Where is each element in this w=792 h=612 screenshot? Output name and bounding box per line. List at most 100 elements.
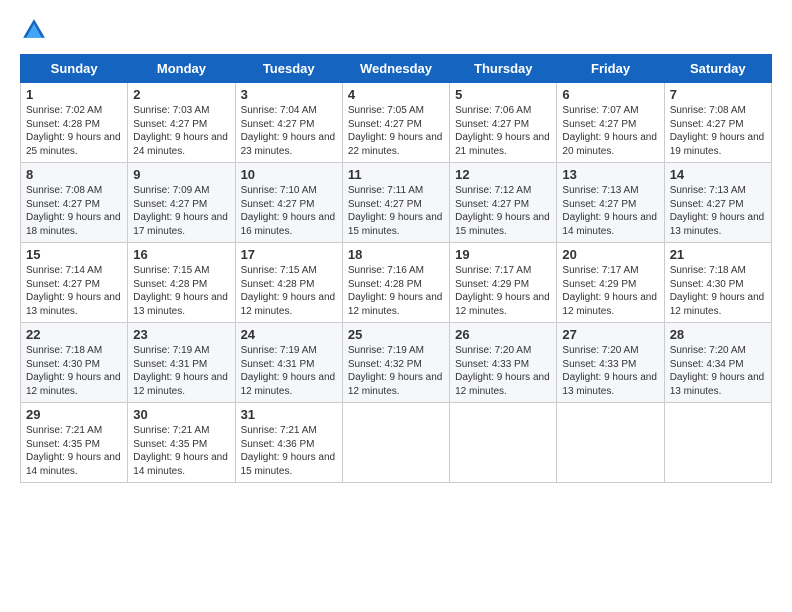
calendar-cell: 23 Sunrise: 7:19 AMSunset: 4:31 PMDaylig… xyxy=(128,323,235,403)
logo xyxy=(20,16,52,44)
calendar-week-2: 8 Sunrise: 7:08 AMSunset: 4:27 PMDayligh… xyxy=(21,163,772,243)
calendar-table: SundayMondayTuesdayWednesdayThursdayFrid… xyxy=(20,54,772,483)
cell-info: Sunrise: 7:16 AMSunset: 4:28 PMDaylight:… xyxy=(348,265,443,317)
cell-info: Sunrise: 7:20 AMSunset: 4:33 PMDaylight:… xyxy=(562,345,657,397)
calendar-cell: 17 Sunrise: 7:15 AMSunset: 4:28 PMDaylig… xyxy=(235,243,342,323)
calendar-cell xyxy=(342,403,449,483)
day-number: 23 xyxy=(133,327,229,342)
calendar-cell: 13 Sunrise: 7:13 AMSunset: 4:27 PMDaylig… xyxy=(557,163,664,243)
calendar-cell xyxy=(664,403,771,483)
cell-info: Sunrise: 7:11 AMSunset: 4:27 PMDaylight:… xyxy=(348,185,443,237)
cell-info: Sunrise: 7:10 AMSunset: 4:27 PMDaylight:… xyxy=(241,185,336,237)
cell-info: Sunrise: 7:12 AMSunset: 4:27 PMDaylight:… xyxy=(455,185,550,237)
calendar-week-3: 15 Sunrise: 7:14 AMSunset: 4:27 PMDaylig… xyxy=(21,243,772,323)
cell-info: Sunrise: 7:14 AMSunset: 4:27 PMDaylight:… xyxy=(26,265,121,317)
day-number: 2 xyxy=(133,87,229,102)
calendar-week-5: 29 Sunrise: 7:21 AMSunset: 4:35 PMDaylig… xyxy=(21,403,772,483)
calendar-cell: 2 Sunrise: 7:03 AMSunset: 4:27 PMDayligh… xyxy=(128,83,235,163)
col-header-wednesday: Wednesday xyxy=(342,55,449,83)
cell-info: Sunrise: 7:18 AMSunset: 4:30 PMDaylight:… xyxy=(670,265,765,317)
calendar-cell xyxy=(557,403,664,483)
calendar-week-4: 22 Sunrise: 7:18 AMSunset: 4:30 PMDaylig… xyxy=(21,323,772,403)
calendar-cell: 16 Sunrise: 7:15 AMSunset: 4:28 PMDaylig… xyxy=(128,243,235,323)
day-number: 26 xyxy=(455,327,551,342)
day-number: 19 xyxy=(455,247,551,262)
calendar-cell: 29 Sunrise: 7:21 AMSunset: 4:35 PMDaylig… xyxy=(21,403,128,483)
col-header-sunday: Sunday xyxy=(21,55,128,83)
calendar-cell: 20 Sunrise: 7:17 AMSunset: 4:29 PMDaylig… xyxy=(557,243,664,323)
day-number: 28 xyxy=(670,327,766,342)
day-number: 25 xyxy=(348,327,444,342)
cell-info: Sunrise: 7:06 AMSunset: 4:27 PMDaylight:… xyxy=(455,105,550,157)
cell-info: Sunrise: 7:21 AMSunset: 4:35 PMDaylight:… xyxy=(133,425,228,477)
calendar-cell: 24 Sunrise: 7:19 AMSunset: 4:31 PMDaylig… xyxy=(235,323,342,403)
cell-info: Sunrise: 7:20 AMSunset: 4:34 PMDaylight:… xyxy=(670,345,765,397)
day-number: 17 xyxy=(241,247,337,262)
col-header-monday: Monday xyxy=(128,55,235,83)
cell-info: Sunrise: 7:09 AMSunset: 4:27 PMDaylight:… xyxy=(133,185,228,237)
day-number: 22 xyxy=(26,327,122,342)
calendar-cell xyxy=(450,403,557,483)
calendar-cell: 7 Sunrise: 7:08 AMSunset: 4:27 PMDayligh… xyxy=(664,83,771,163)
day-number: 18 xyxy=(348,247,444,262)
day-number: 10 xyxy=(241,167,337,182)
cell-info: Sunrise: 7:15 AMSunset: 4:28 PMDaylight:… xyxy=(241,265,336,317)
cell-info: Sunrise: 7:18 AMSunset: 4:30 PMDaylight:… xyxy=(26,345,121,397)
col-header-tuesday: Tuesday xyxy=(235,55,342,83)
cell-info: Sunrise: 7:08 AMSunset: 4:27 PMDaylight:… xyxy=(670,105,765,157)
cell-info: Sunrise: 7:17 AMSunset: 4:29 PMDaylight:… xyxy=(562,265,657,317)
day-number: 27 xyxy=(562,327,658,342)
calendar-header-row: SundayMondayTuesdayWednesdayThursdayFrid… xyxy=(21,55,772,83)
day-number: 9 xyxy=(133,167,229,182)
calendar-cell: 10 Sunrise: 7:10 AMSunset: 4:27 PMDaylig… xyxy=(235,163,342,243)
cell-info: Sunrise: 7:02 AMSunset: 4:28 PMDaylight:… xyxy=(26,105,121,157)
day-number: 12 xyxy=(455,167,551,182)
cell-info: Sunrise: 7:19 AMSunset: 4:32 PMDaylight:… xyxy=(348,345,443,397)
calendar-cell: 21 Sunrise: 7:18 AMSunset: 4:30 PMDaylig… xyxy=(664,243,771,323)
col-header-thursday: Thursday xyxy=(450,55,557,83)
cell-info: Sunrise: 7:19 AMSunset: 4:31 PMDaylight:… xyxy=(133,345,228,397)
calendar-cell: 9 Sunrise: 7:09 AMSunset: 4:27 PMDayligh… xyxy=(128,163,235,243)
cell-info: Sunrise: 7:17 AMSunset: 4:29 PMDaylight:… xyxy=(455,265,550,317)
calendar-cell: 15 Sunrise: 7:14 AMSunset: 4:27 PMDaylig… xyxy=(21,243,128,323)
calendar-cell: 5 Sunrise: 7:06 AMSunset: 4:27 PMDayligh… xyxy=(450,83,557,163)
cell-info: Sunrise: 7:13 AMSunset: 4:27 PMDaylight:… xyxy=(670,185,765,237)
day-number: 7 xyxy=(670,87,766,102)
day-number: 16 xyxy=(133,247,229,262)
calendar-cell: 22 Sunrise: 7:18 AMSunset: 4:30 PMDaylig… xyxy=(21,323,128,403)
cell-info: Sunrise: 7:13 AMSunset: 4:27 PMDaylight:… xyxy=(562,185,657,237)
calendar-week-1: 1 Sunrise: 7:02 AMSunset: 4:28 PMDayligh… xyxy=(21,83,772,163)
day-number: 3 xyxy=(241,87,337,102)
calendar-cell: 18 Sunrise: 7:16 AMSunset: 4:28 PMDaylig… xyxy=(342,243,449,323)
calendar-cell: 12 Sunrise: 7:12 AMSunset: 4:27 PMDaylig… xyxy=(450,163,557,243)
day-number: 24 xyxy=(241,327,337,342)
calendar-cell: 19 Sunrise: 7:17 AMSunset: 4:29 PMDaylig… xyxy=(450,243,557,323)
calendar-cell: 25 Sunrise: 7:19 AMSunset: 4:32 PMDaylig… xyxy=(342,323,449,403)
day-number: 1 xyxy=(26,87,122,102)
cell-info: Sunrise: 7:03 AMSunset: 4:27 PMDaylight:… xyxy=(133,105,228,157)
day-number: 14 xyxy=(670,167,766,182)
calendar-cell: 14 Sunrise: 7:13 AMSunset: 4:27 PMDaylig… xyxy=(664,163,771,243)
cell-info: Sunrise: 7:15 AMSunset: 4:28 PMDaylight:… xyxy=(133,265,228,317)
calendar-cell: 11 Sunrise: 7:11 AMSunset: 4:27 PMDaylig… xyxy=(342,163,449,243)
cell-info: Sunrise: 7:04 AMSunset: 4:27 PMDaylight:… xyxy=(241,105,336,157)
day-number: 4 xyxy=(348,87,444,102)
day-number: 6 xyxy=(562,87,658,102)
day-number: 13 xyxy=(562,167,658,182)
calendar-cell: 31 Sunrise: 7:21 AMSunset: 4:36 PMDaylig… xyxy=(235,403,342,483)
day-number: 8 xyxy=(26,167,122,182)
day-number: 29 xyxy=(26,407,122,422)
cell-info: Sunrise: 7:19 AMSunset: 4:31 PMDaylight:… xyxy=(241,345,336,397)
cell-info: Sunrise: 7:20 AMSunset: 4:33 PMDaylight:… xyxy=(455,345,550,397)
logo-icon xyxy=(20,16,48,44)
day-number: 15 xyxy=(26,247,122,262)
day-number: 20 xyxy=(562,247,658,262)
calendar-cell: 1 Sunrise: 7:02 AMSunset: 4:28 PMDayligh… xyxy=(21,83,128,163)
cell-info: Sunrise: 7:21 AMSunset: 4:35 PMDaylight:… xyxy=(26,425,121,477)
calendar-cell: 3 Sunrise: 7:04 AMSunset: 4:27 PMDayligh… xyxy=(235,83,342,163)
calendar-cell: 28 Sunrise: 7:20 AMSunset: 4:34 PMDaylig… xyxy=(664,323,771,403)
day-number: 31 xyxy=(241,407,337,422)
calendar-cell: 6 Sunrise: 7:07 AMSunset: 4:27 PMDayligh… xyxy=(557,83,664,163)
calendar-cell: 4 Sunrise: 7:05 AMSunset: 4:27 PMDayligh… xyxy=(342,83,449,163)
calendar-cell: 30 Sunrise: 7:21 AMSunset: 4:35 PMDaylig… xyxy=(128,403,235,483)
